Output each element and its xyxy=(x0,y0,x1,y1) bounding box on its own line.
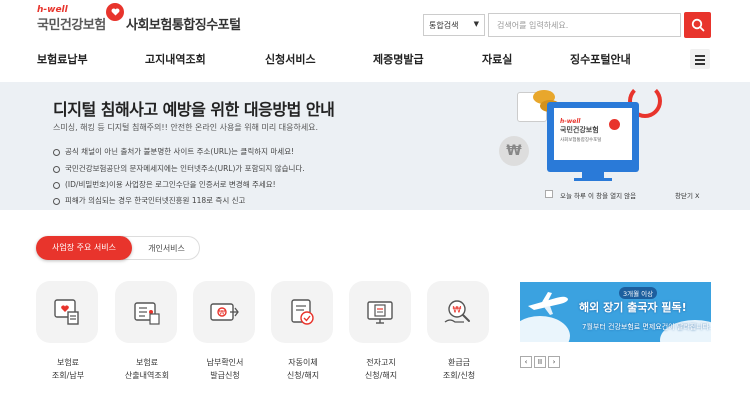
service-label: 납부확인서 발급신청 xyxy=(193,356,257,382)
service-label: 보험료 조회/납부 xyxy=(36,356,100,382)
notice-banner: 디지털 침해사고 예방을 위한 대응방법 안내 스미싱, 해킹 등 디지털 침해… xyxy=(0,82,750,210)
service-label: 자동이체 신청/해지 xyxy=(271,356,335,382)
monitor-base xyxy=(574,178,612,181)
service-icon-box: ₩ xyxy=(427,281,489,343)
banner-close-button[interactable]: 창닫기 X xyxy=(675,190,699,200)
banner-subtitle: 스미싱, 해킹 등 디지털 침해주의!! 안전한 온라인 사용을 위해 미리 대… xyxy=(53,123,319,132)
e-notice-monitor-icon xyxy=(367,301,393,324)
logo-name[interactable]: 국민건강보험 xyxy=(37,14,106,33)
svg-text:₩: ₩ xyxy=(219,310,225,317)
search-button[interactable] xyxy=(684,12,711,38)
main-nav: 보험료납부 고지내역조회 신청서비스 제증명발급 자료실 징수포털안내 xyxy=(0,46,750,82)
payment-certificate-icon: ₩ xyxy=(210,303,239,321)
service-payment-certificate[interactable]: ₩ 납부확인서 발급신청 xyxy=(193,281,257,382)
nav-item-portal-guide[interactable]: 징수포털안내 xyxy=(570,51,631,67)
nav-item-application-service[interactable]: 신청서비스 xyxy=(265,51,316,67)
service-label-line2: 발급신청 xyxy=(210,371,240,380)
no-show-today-label[interactable]: 오늘 하루 이 창을 열지 않음 xyxy=(560,190,636,200)
promo-banner[interactable]: 3개월 이상 해외 장기 출국자 필독! 7월부터 건강보험료 면제요건이 달라… xyxy=(520,282,711,342)
banner-tip: 국민건강보험공단의 문자메세지에는 인터넷주소(URL)가 포함되지 않습니다. xyxy=(53,163,305,174)
monitor-illustration: h-well 국민건강보험 사회보험통합징수포털 xyxy=(547,102,639,172)
search-input[interactable] xyxy=(488,13,681,37)
service-label-line1: 보험료 xyxy=(135,358,159,367)
service-label-line2: 조회/신청 xyxy=(442,371,476,380)
service-label-line2: 조회/납부 xyxy=(51,371,85,380)
promo-next-button[interactable]: › xyxy=(548,356,560,368)
nav-item-premium-payment[interactable]: 보험료납부 xyxy=(37,51,88,67)
no-show-today-checkbox[interactable] xyxy=(545,190,553,198)
service-label: 전자고지 신청/해지 xyxy=(349,356,413,382)
promo-prev-button[interactable]: ‹ xyxy=(520,356,532,368)
service-label-line1: 전자고지 xyxy=(366,358,396,367)
calculator-list-icon xyxy=(134,302,160,325)
service-icon-box xyxy=(349,281,411,343)
service-label-line2: 신청/해지 xyxy=(286,371,320,380)
search-category-select[interactable]: 통합검색 ▼ xyxy=(423,14,485,36)
banner-title: 디지털 침해사고 예방을 위한 대응방법 안내 xyxy=(53,100,335,119)
nav-item-billing-history[interactable]: 고지내역조회 xyxy=(145,51,206,67)
monitor-sub: 사회보험통합징수포털 xyxy=(560,138,602,143)
monitor-screen: h-well 국민건강보험 사회보험통합징수포털 xyxy=(554,108,632,160)
cloud-decoration xyxy=(520,316,570,342)
header: h-well 국민건강보험 사회보험통합징수포털 통합검색 ▼ xyxy=(0,0,750,46)
refund-search-icon: ₩ xyxy=(444,300,470,323)
service-label-line1: 납부확인서 xyxy=(206,358,244,367)
heart-logo-icon xyxy=(106,3,124,21)
service-icon-box xyxy=(115,281,177,343)
auto-transfer-icon xyxy=(291,299,314,325)
service-e-notice[interactable]: 전자고지 신청/해지 xyxy=(349,281,413,382)
search-category-value: 통합검색 xyxy=(429,21,459,30)
document-heart-icon xyxy=(54,299,79,325)
portal-title[interactable]: 사회보험통합징수포털 xyxy=(126,14,241,33)
monitor-name: 국민건강보험 xyxy=(560,126,599,134)
promo-small-text: 3개월 이상 xyxy=(619,287,658,299)
banner-tip: 피해가 의심되는 경우 한국인터넷진흥원 118로 즉시 신고 xyxy=(53,195,245,206)
service-premium-calculation[interactable]: 보험료 산출내역조회 xyxy=(115,281,179,382)
monitor-brand: h-well xyxy=(560,118,581,125)
nav-item-certificates[interactable]: 제증명발급 xyxy=(373,51,424,67)
hamburger-menu-icon[interactable] xyxy=(690,49,710,69)
airplane-icon xyxy=(528,292,568,315)
service-label: 환급금 조회/신청 xyxy=(427,356,491,382)
service-label-line2: 신청/해지 xyxy=(364,371,398,380)
service-icon-box: ₩ xyxy=(193,281,255,343)
tab-personal-service[interactable]: 개인서비스 xyxy=(122,236,200,260)
service-label-line2: 산출내역조회 xyxy=(124,371,170,380)
service-label: 보험료 산출내역조회 xyxy=(115,356,179,382)
service-icon-box xyxy=(36,281,98,343)
banner-tip: 공식 채널이 아닌 출처가 불분명한 사이트 주소(URL)는 클릭하지 마세요… xyxy=(53,146,294,157)
service-label-line1: 자동이체 xyxy=(288,358,318,367)
service-icon-box xyxy=(271,281,333,343)
service-label-line1: 보험료 xyxy=(56,358,80,367)
heart-logo-icon xyxy=(609,119,620,130)
promo-headline: 해외 장기 출국자 필독! xyxy=(579,301,687,314)
service-refund[interactable]: ₩ 환급금 조회/신청 xyxy=(427,281,491,382)
svg-text:₩: ₩ xyxy=(453,306,462,316)
nav-item-resources[interactable]: 자료실 xyxy=(482,51,512,67)
service-premium-payment[interactable]: 보험료 조회/납부 xyxy=(36,281,100,382)
service-auto-transfer[interactable]: 자동이체 신청/해지 xyxy=(271,281,335,382)
banner-tip: (ID/비밀번호)이용 사업장은 로그인수단을 인증서로 변경해 주세요! xyxy=(53,179,276,190)
search-icon xyxy=(691,18,704,32)
tab-business-service[interactable]: 사업장 주요 서비스 xyxy=(36,236,132,260)
promo-pause-button[interactable]: II xyxy=(534,356,546,368)
won-coin-icon: ₩ xyxy=(499,136,529,166)
promo-footnote: 7월부터 건강보험료 면제요건이 달라집니다. xyxy=(582,323,711,331)
chevron-down-icon: ▼ xyxy=(473,20,479,28)
service-label-line1: 환급금 xyxy=(447,358,471,367)
